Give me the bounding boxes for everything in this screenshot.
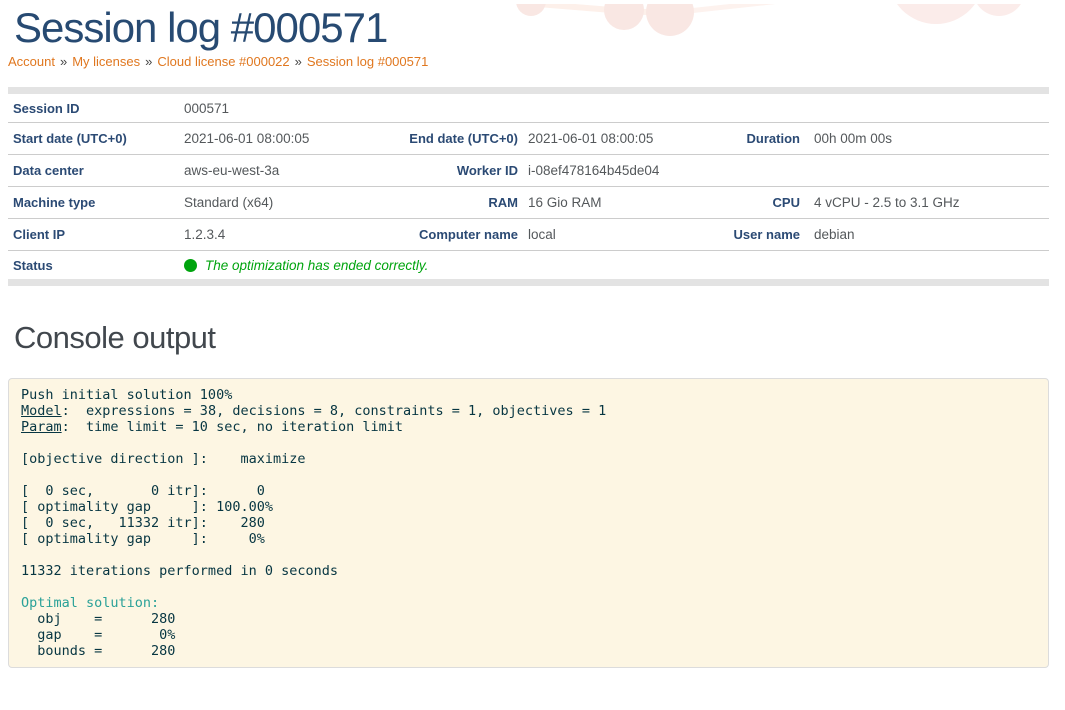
console-line: Push initial solution 100% [21,387,1036,403]
console-text: : expressions = 38, decisions = 8, const… [62,403,607,419]
table-label: User name [672,219,800,251]
status-cell: The optimization has ended correctly. [178,251,1049,283]
table-row: Data centeraws-eu-west-3aWorker IDi-08ef… [8,155,1049,187]
breadcrumb-link[interactable]: My licenses [72,54,140,69]
console-line [21,547,1036,563]
table-value: debian [800,219,1049,251]
table-value: 1.2.3.4 [178,219,352,251]
table-value [800,91,1049,123]
console-line: 11332 iterations performed in 0 seconds [21,563,1036,579]
table-value: Standard (x64) [178,187,352,219]
table-label [672,91,800,123]
table-row: Status The optimization has ended correct… [8,251,1049,283]
console-line: [ optimality gap ]: 0% [21,531,1036,547]
console-line: [ 0 sec, 0 itr]: 0 [21,483,1036,499]
table-label: Duration [672,123,800,155]
table-value: 4 vCPU - 2.5 to 3.1 GHz [800,187,1049,219]
console-line: [ 0 sec, 11332 itr]: 280 [21,515,1036,531]
session-table-body: Session ID000571Start date (UTC+0)2021-0… [8,91,1049,283]
table-label: Start date (UTC+0) [8,123,178,155]
table-label: Machine type [8,187,178,219]
breadcrumb-link[interactable]: Account [8,54,55,69]
table-label: Worker ID [352,155,518,187]
table-label [672,155,800,187]
table-value: local [518,219,672,251]
table-value: 2021-06-01 08:00:05 [178,123,352,155]
table-label: RAM [352,187,518,219]
table-row: Start date (UTC+0)2021-06-01 08:00:05End… [8,123,1049,155]
console-line: [objective direction ]: maximize [21,451,1036,467]
console-output: Push initial solution 100%Model: express… [8,378,1049,668]
breadcrumb-link[interactable]: Cloud license #000022 [157,54,289,69]
console-line [21,435,1036,451]
table-value: 00h 00m 00s [800,123,1049,155]
console-line: Optimal solution: [21,595,1036,611]
console-line: Model: expressions = 38, decisions = 8, … [21,403,1036,419]
console-text: : time limit = 10 sec, no iteration limi… [62,419,403,435]
breadcrumb-separator: » [145,54,152,69]
table-label [352,91,518,123]
status-text: The optimization has ended correctly. [205,258,428,273]
page: Session log #000571 Account » My licenses »… [0,4,1065,710]
console-text: [ optimality gap ]: 0% [21,531,265,547]
console-text: [ 0 sec, 11332 itr]: 280 [21,515,265,531]
breadcrumb-separator: » [60,54,67,69]
table-row: Machine typeStandard (x64)RAM16 Gio RAMC… [8,187,1049,219]
console-text: [ 0 sec, 0 itr]: 0 [21,483,265,499]
breadcrumb-separator: » [295,54,302,69]
console-keyword: Model [21,403,62,419]
table-row: Client IP1.2.3.4Computer namelocalUser n… [8,219,1049,251]
breadcrumb: Account » My licenses » Cloud license #00002… [8,54,1065,69]
table-label: End date (UTC+0) [352,123,518,155]
session-details-table: Session ID000571Start date (UTC+0)2021-0… [8,87,1049,286]
console-text: obj = 280 [21,611,175,627]
console-line: Param: time limit = 10 sec, no iteration… [21,419,1036,435]
table-value: aws-eu-west-3a [178,155,352,187]
table-label: Client IP [8,219,178,251]
table-value: i-08ef478164b45de04 [518,155,672,187]
console-text: [objective direction ]: maximize [21,451,305,467]
console-text: [ optimality gap ]: 100.00% [21,499,273,515]
table-label: Computer name [352,219,518,251]
console-line: [ optimality gap ]: 100.00% [21,499,1036,515]
table-value: 2021-06-01 08:00:05 [518,123,672,155]
page-title: Session log #000571 [14,4,1065,52]
console-line [21,467,1036,483]
console-text: Optimal solution: [21,595,159,611]
table-value [518,91,672,123]
table-value [800,155,1049,187]
console-text: gap = 0% [21,627,175,643]
table-label: Data center [8,155,178,187]
table-label: CPU [672,187,800,219]
table-value: 16 Gio RAM [518,187,672,219]
console-keyword: Param [21,419,62,435]
console-line: bounds = 280 [21,643,1036,659]
table-value: 000571 [178,91,352,123]
console-text: bounds = 280 [21,643,175,659]
table-label: Status [8,251,178,283]
table-label: Session ID [8,91,178,123]
console-text: Push initial solution 100% [21,387,232,403]
table-row: Session ID000571 [8,91,1049,123]
console-line: gap = 0% [21,627,1036,643]
console-line [21,579,1036,595]
console-line: obj = 280 [21,611,1036,627]
console-heading: Console output [14,318,1065,358]
status-green-dot-icon [184,259,197,272]
breadcrumb-link[interactable]: Session log #000571 [307,54,428,69]
console-text: 11332 iterations performed in 0 seconds [21,563,338,579]
